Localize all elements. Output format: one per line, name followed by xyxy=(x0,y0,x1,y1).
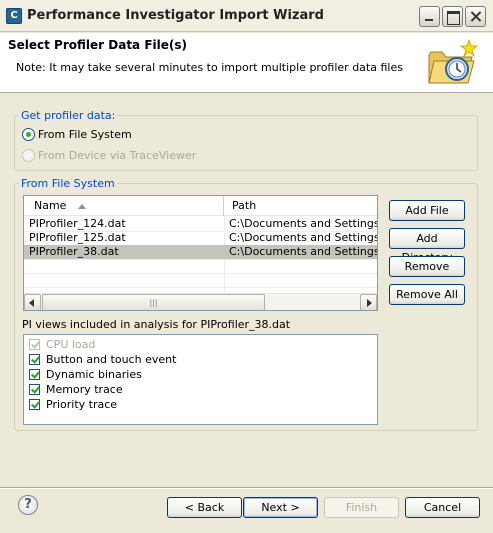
sort-ascending-icon xyxy=(78,203,87,209)
pi-views-label: PI views included in analysis for PIProf… xyxy=(22,318,291,331)
view-label: CPU load xyxy=(46,338,96,351)
checkbox-icon[interactable] xyxy=(29,369,40,380)
back-button[interactable]: < Back xyxy=(167,497,242,518)
table-header: Name Path xyxy=(24,196,377,216)
radio-checked-icon[interactable] xyxy=(22,127,35,141)
file-table[interactable]: Name Path PIProfiler_124.dat C:\Document… xyxy=(23,195,378,311)
page-note: Note: It may take several minutes to imp… xyxy=(16,61,403,74)
column-header-path[interactable]: Path xyxy=(225,196,377,216)
view-item-button-touch[interactable]: Button and touch event xyxy=(29,352,176,367)
column-header-name[interactable]: Name xyxy=(24,196,224,216)
file-path-cell: C:\Documents and Settings\De xyxy=(229,231,377,244)
view-label: Priority trace xyxy=(46,398,118,411)
footer-separator xyxy=(0,487,493,489)
finish-button: Finish xyxy=(324,497,399,518)
horizontal-scrollbar[interactable]: ||| xyxy=(24,293,377,310)
maximize-button[interactable] xyxy=(442,6,463,27)
folder-clock-icon xyxy=(428,38,478,84)
view-item-cpu-load: CPU load xyxy=(29,337,95,352)
radio-unchecked-icon xyxy=(22,148,35,162)
scrollbar-thumb[interactable]: ||| xyxy=(42,294,265,310)
table-row[interactable]: PIProfiler_124.dat C:\Documents and Sett… xyxy=(24,217,377,231)
scroll-left-icon[interactable] xyxy=(24,294,41,310)
close-button[interactable] xyxy=(465,6,486,27)
add-directory-button[interactable]: Add Directory xyxy=(389,228,465,264)
checkbox-icon xyxy=(29,339,40,350)
from-file-system-radio[interactable]: From File System xyxy=(22,126,132,142)
from-device-label: From Device via TraceViewer xyxy=(38,148,197,162)
add-file-button[interactable]: Add File xyxy=(389,200,465,221)
view-label: Button and touch event xyxy=(46,353,177,366)
app-icon: C xyxy=(6,8,22,24)
pi-views-list: CPU load Button and touch event Dynamic … xyxy=(23,334,378,425)
from-file-system-label: From File System xyxy=(38,127,132,141)
from-device-radio: From Device via TraceViewer xyxy=(22,147,196,163)
view-label: Memory trace xyxy=(46,383,123,396)
view-item-memory-trace[interactable]: Memory trace xyxy=(29,382,123,397)
title-bar: C Performance Investigator Import Wizard xyxy=(0,0,493,32)
wizard-header: Select Profiler Data File(s) Note: It ma… xyxy=(0,33,493,93)
view-item-dynamic-binaries[interactable]: Dynamic binaries xyxy=(29,367,142,382)
window-title: Performance Investigator Import Wizard xyxy=(27,8,324,23)
help-icon[interactable]: ? xyxy=(18,495,38,515)
next-button[interactable]: Next > xyxy=(243,497,318,518)
remove-all-button[interactable]: Remove All xyxy=(389,284,465,305)
checkbox-icon[interactable] xyxy=(29,399,40,410)
view-item-priority-trace[interactable]: Priority trace xyxy=(29,397,117,412)
file-path-cell: C:\Documents and Settings\De xyxy=(229,245,377,258)
checkbox-icon[interactable] xyxy=(29,354,40,365)
page-title: Select Profiler Data File(s) xyxy=(8,38,188,52)
file-name-cell: PIProfiler_124.dat xyxy=(29,217,126,230)
file-path-cell: C:\Documents and Settings\De xyxy=(229,217,377,230)
scroll-right-icon[interactable] xyxy=(360,294,377,310)
get-profiler-data-legend: Get profiler data: xyxy=(21,109,116,122)
table-row[interactable]: PIProfiler_125.dat C:\Documents and Sett… xyxy=(24,231,377,245)
file-name-cell: PIProfiler_38.dat xyxy=(29,245,119,258)
remove-button[interactable]: Remove xyxy=(389,256,465,277)
table-row-selected[interactable]: PIProfiler_38.dat C:\Documents and Setti… xyxy=(24,245,377,259)
cancel-button[interactable]: Cancel xyxy=(405,497,480,518)
view-label: Dynamic binaries xyxy=(46,368,142,381)
file-name-cell: PIProfiler_125.dat xyxy=(29,231,126,244)
from-file-system-legend: From File System xyxy=(21,177,115,190)
minimize-button[interactable] xyxy=(419,6,440,27)
checkbox-icon[interactable] xyxy=(29,384,40,395)
